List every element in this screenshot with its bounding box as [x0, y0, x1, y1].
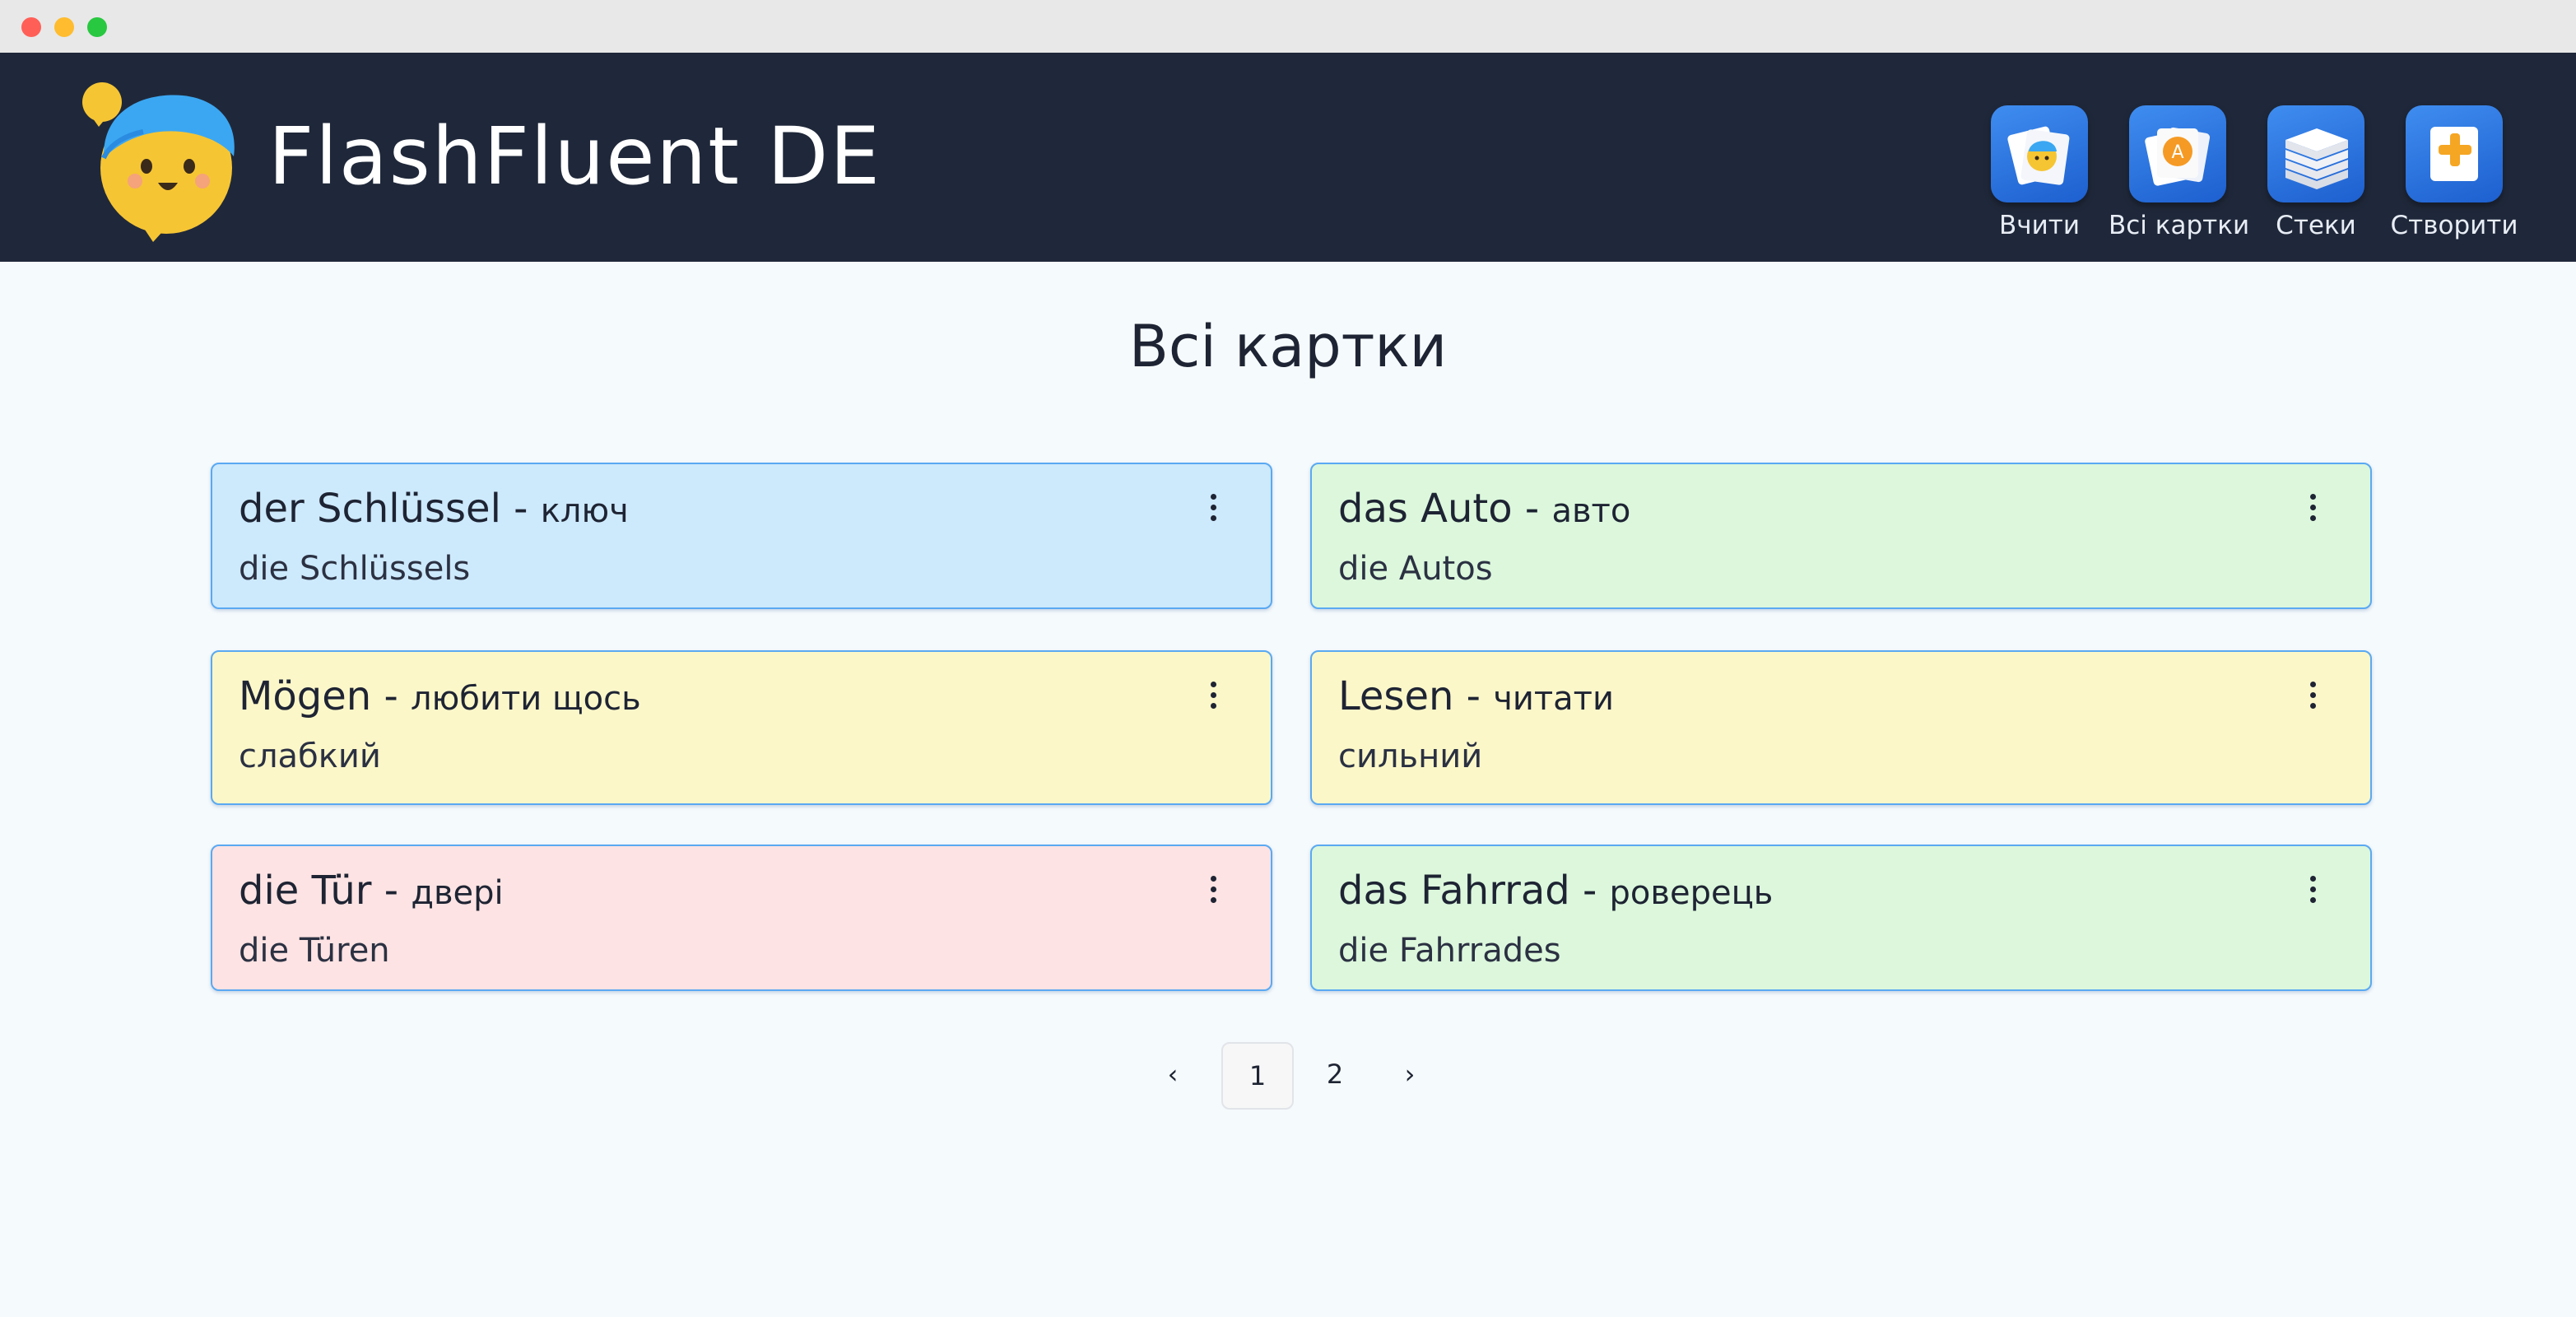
card-more-menu-icon[interactable] [2304, 876, 2321, 909]
card-more-menu-icon[interactable] [2304, 494, 2321, 527]
card-subtitle: die Fahrrades [1338, 932, 1561, 970]
card-more-menu-icon[interactable] [1205, 494, 1221, 527]
card-more-menu-icon[interactable] [1205, 682, 1221, 714]
all-cards-icon: A [2129, 105, 2226, 202]
flashcard[interactable]: der Schlüssel - ключ die Schlüssels [211, 463, 1272, 609]
flashcard[interactable]: Mögen - любити щось слабкий [211, 650, 1272, 805]
svg-text:A: A [2171, 142, 2183, 163]
mascot-logo-icon [82, 82, 235, 242]
maximize-window-button[interactable] [87, 17, 107, 37]
app-header: FlashFluent DE Вчити A Всі картки Стеки … [0, 53, 2576, 262]
card-more-menu-icon[interactable] [2304, 682, 2321, 714]
next-page-button[interactable]: › [1381, 1042, 1439, 1106]
window-titlebar [0, 0, 2576, 53]
app-brand-title: FlashFluent DE [268, 110, 881, 202]
prev-page-button[interactable]: ‹ [1144, 1042, 1202, 1106]
card-translation: читати [1493, 680, 1614, 718]
nav-stacks-label: Стеки [2276, 211, 2356, 240]
learn-cards-icon [1991, 105, 2088, 202]
minimize-window-button[interactable] [54, 17, 74, 37]
card-word: der Schlüssel - ключ [239, 486, 629, 532]
nav-stacks[interactable]: Стеки [2247, 105, 2385, 240]
nav-create[interactable]: Створити [2385, 105, 2523, 240]
page-title: Всі картки [1128, 313, 1448, 380]
card-subtitle: die Türen [239, 932, 390, 970]
flashcard[interactable]: das Auto - авто die Autos [1310, 463, 2372, 609]
card-word: Mögen - любити щось [239, 673, 641, 719]
create-plus-icon [2406, 105, 2503, 202]
flashcard[interactable]: Lesen - читати сильний [1310, 650, 2372, 805]
card-translation: авто [1551, 492, 1631, 530]
card-word: die Tür - двері [239, 868, 504, 914]
card-subtitle: слабкий [239, 738, 381, 775]
card-more-menu-icon[interactable] [1205, 876, 1221, 909]
card-word: das Auto - авто [1338, 486, 1631, 532]
flashcard[interactable]: das Fahrrad - роверець die Fahrrades [1310, 845, 2372, 991]
page-2-button[interactable]: 2 [1300, 1042, 1369, 1106]
card-word: Lesen - читати [1338, 673, 1614, 719]
page-1-button[interactable]: 1 [1221, 1042, 1294, 1110]
card-translation: двері [411, 874, 504, 912]
stacks-icon [2267, 105, 2364, 202]
flashcard[interactable]: die Tür - двері die Türen [211, 845, 1272, 991]
card-translation: любити щось [411, 680, 641, 718]
close-window-button[interactable] [21, 17, 41, 37]
nav-create-label: Створити [2390, 211, 2518, 240]
nav-all-cards-label: Всі картки [2109, 211, 2250, 240]
card-subtitle: die Autos [1338, 550, 1493, 588]
card-translation: роверець [1609, 874, 1774, 912]
card-subtitle: die Schlüssels [239, 550, 471, 588]
card-subtitle: сильний [1338, 738, 1483, 775]
card-word: das Fahrrad - роверець [1338, 868, 1774, 914]
nav-all-cards[interactable]: A Всі картки [2109, 105, 2250, 240]
card-translation: ключ [540, 492, 629, 530]
nav-learn-label: Вчити [1999, 211, 2080, 240]
nav-learn[interactable]: Вчити [1970, 105, 2109, 240]
